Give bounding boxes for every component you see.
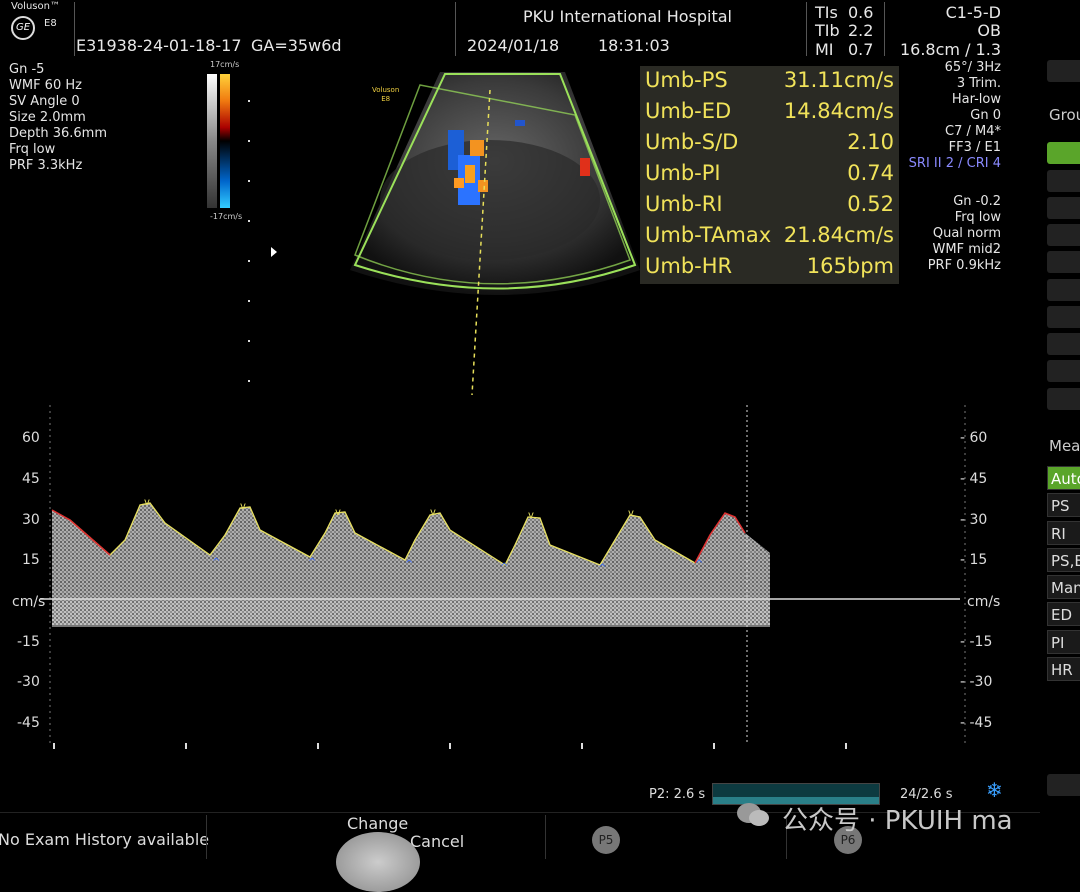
doppler-spectrum: ^ ^ ^ ^ ^ ^ v v v v v v <box>40 405 966 749</box>
ultrasound-sector-image <box>350 72 640 396</box>
gestational-age: GA=35w6d <box>251 36 342 55</box>
brand-model: E8 <box>44 18 57 29</box>
right-params-color: Gn -0.2 Frq low Qual norm WMF mid2 PRF 0… <box>927 194 1001 273</box>
y-tick-left: -45 <box>17 715 40 731</box>
measurement-row: Umb-PI 0.74 <box>645 161 894 185</box>
wechat-icon <box>735 801 771 829</box>
svg-text:v: v <box>240 501 246 512</box>
svg-text:v: v <box>430 507 436 518</box>
svg-text:v: v <box>528 510 534 521</box>
side-button[interactable] <box>1047 360 1080 382</box>
measure-item-pi[interactable]: PI <box>1047 630 1080 654</box>
svg-text:v: v <box>335 507 341 518</box>
left-params: Gn -5 WMF 60 Hz SV Angle 0 Size 2.0mm De… <box>9 62 107 174</box>
sri-setting: SRI II 2 / CRI 4 <box>908 156 1001 171</box>
measure-item-ps-ed[interactable]: PS,E <box>1047 548 1080 572</box>
param-line: SV Angle 0 <box>9 94 80 109</box>
param-line: Depth 36.6mm <box>9 126 108 141</box>
side-button[interactable] <box>1047 279 1080 301</box>
exam-date: 2024/01/18 <box>467 36 560 55</box>
tib-label: TIb <box>815 21 840 40</box>
measure-item-ri[interactable]: RI <box>1047 521 1080 545</box>
side-button[interactable] <box>1047 306 1080 328</box>
y-tick-left: 45 <box>22 471 40 487</box>
header-bar: Voluson™ GE E8 E31938-24-01-18-17 GA=35w… <box>0 0 1040 59</box>
grayscale-bar <box>207 74 217 208</box>
measurement-row: Umb-RI 0.52 <box>645 192 894 216</box>
measurement-row: Umb-HR 165bpm <box>645 254 894 278</box>
depth-zoom: 16.8cm / 1.3 <box>899 40 1001 59</box>
measurement-row: Umb-PS 31.11cm/s <box>645 68 894 92</box>
side-button[interactable] <box>1047 333 1080 355</box>
svg-text:^: ^ <box>212 557 220 568</box>
measurement-row: Umb-ED 14.84cm/s <box>645 99 894 123</box>
probe-name: C1-5-D <box>945 3 1001 22</box>
freeze-snowflake-icon: ❄ <box>986 778 1003 802</box>
measure-item-ps[interactable]: PS <box>1047 493 1080 517</box>
color-bar-min: -17cm/s <box>210 212 243 221</box>
svg-text:^: ^ <box>405 559 413 570</box>
y-tick-left: -30 <box>17 674 40 690</box>
measure-item-hr[interactable]: HR <box>1047 657 1080 681</box>
patient-id: E31938-24-01-18-17 <box>76 36 242 55</box>
svg-text:^: ^ <box>598 563 606 574</box>
side-button-active[interactable] <box>1047 142 1080 164</box>
tis-label: TIs <box>815 3 838 22</box>
tis-value: 0.6 <box>848 3 874 22</box>
trackball-icon[interactable] <box>336 832 420 892</box>
brand-name: Voluson™ <box>11 1 60 12</box>
watermark-text: 公众号 · PKUIH ma <box>782 806 1013 836</box>
param-line: Gn -5 <box>9 62 45 77</box>
svg-text:^: ^ <box>500 562 508 573</box>
p5-button[interactable]: P5 <box>592 826 620 854</box>
svg-text:v: v <box>628 508 634 519</box>
svg-text:^: ^ <box>308 557 316 568</box>
y-tick-left: 60 <box>22 430 40 446</box>
mi-value: 0.7 <box>848 40 874 59</box>
y-tick-left: 15 <box>22 552 40 568</box>
change-button[interactable]: Change <box>347 814 408 833</box>
measure-label: Mea <box>1049 437 1080 455</box>
param-line: Frq low <box>9 142 56 157</box>
cancel-button[interactable]: Cancel <box>410 832 464 851</box>
param-line: PRF 3.3kHz <box>9 158 83 173</box>
focus-marker-icon <box>271 247 277 257</box>
measurement-row: Umb-S/D 2.10 <box>645 130 894 154</box>
side-button[interactable] <box>1047 60 1080 82</box>
param-line: WMF 60 Hz <box>9 78 82 93</box>
y-tick-left: 30 <box>22 512 40 528</box>
svg-text:^: ^ <box>695 559 703 570</box>
y-tick-left: -15 <box>17 634 40 650</box>
measure-item-manual[interactable]: Man <box>1047 575 1080 599</box>
side-button[interactable] <box>1047 388 1080 410</box>
measure-item-ed[interactable]: ED <box>1047 602 1080 626</box>
group-label: Grou <box>1049 106 1080 124</box>
hospital-name: PKU International Hospital <box>523 7 732 26</box>
svg-text:v: v <box>144 497 150 508</box>
exam-history-status: No Exam History available <box>0 830 210 849</box>
preset-name: OB <box>977 21 1001 40</box>
color-bar-max: 17cm/s <box>210 60 240 69</box>
measurement-row: Umb-TAmax 21.84cm/s <box>645 223 894 247</box>
exam-time: 18:31:03 <box>598 36 670 55</box>
ge-logo-icon: GE <box>11 16 35 40</box>
y-axis-unit-right: cm/s <box>967 594 1001 610</box>
cine-label: P2: 2.6 s <box>649 787 706 802</box>
mi-label: MI <box>815 40 834 59</box>
color-velocity-bar <box>220 74 230 208</box>
right-params: 65°/ 3Hz 3 Trim. Har-low Gn 0 C7 / M4* F… <box>908 60 1001 171</box>
measurement-results-panel: Umb-PS 31.11cm/s Umb-ED 14.84cm/s Umb-S/D 2… <box>640 66 899 284</box>
side-button[interactable] <box>1047 774 1080 796</box>
depth-scale <box>248 62 250 382</box>
param-line: Size 2.0mm <box>9 110 86 125</box>
tib-value: 2.2 <box>848 21 874 40</box>
side-button[interactable] <box>1047 251 1080 273</box>
side-button[interactable] <box>1047 224 1080 246</box>
image-brand-label: Voluson E8 <box>372 86 400 103</box>
side-button[interactable] <box>1047 197 1080 219</box>
side-button[interactable] <box>1047 170 1080 192</box>
measure-item-auto[interactable]: Auto <box>1047 466 1080 490</box>
